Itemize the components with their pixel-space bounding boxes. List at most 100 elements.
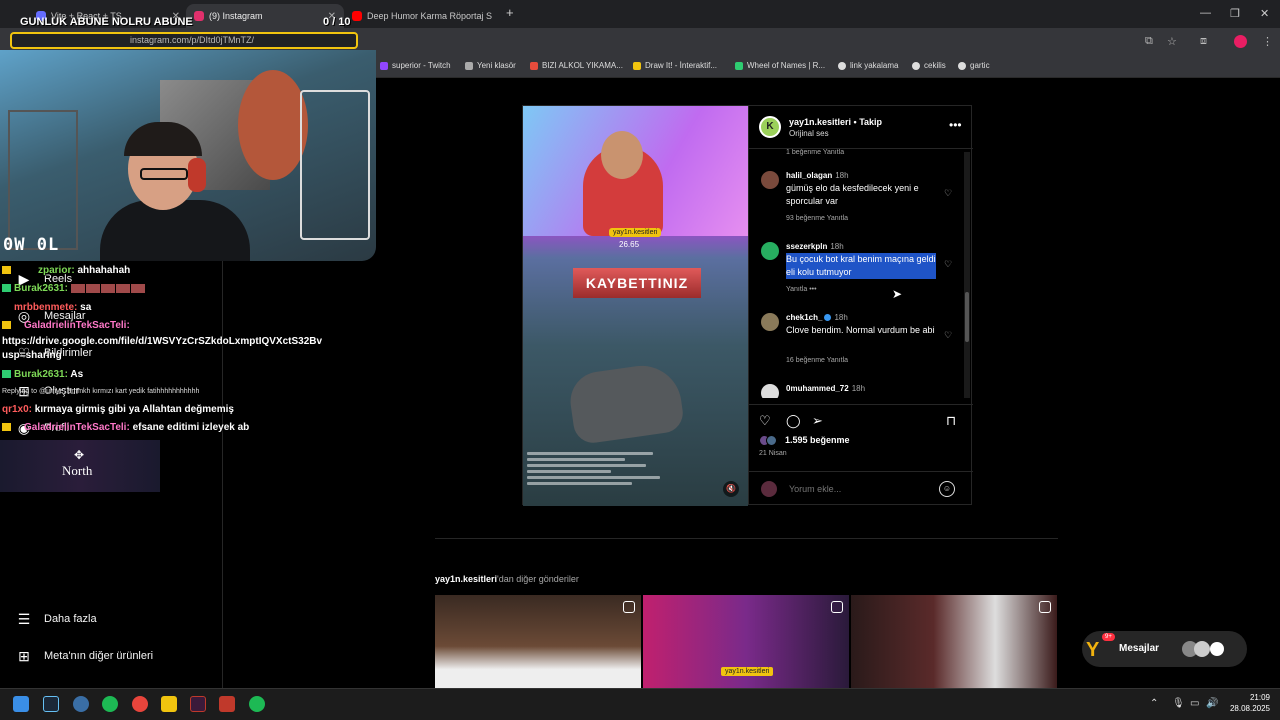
- tab-title: Deep Humor Karma Röportaj S: [367, 11, 493, 21]
- spotify-icon[interactable]: [249, 696, 265, 712]
- heart-icon[interactable]: ♡: [944, 330, 952, 341]
- defeat-banner: KAYBETTINIZ: [573, 268, 701, 298]
- menu-dots-icon[interactable]: ⋮: [1262, 35, 1273, 48]
- liker-avatars[interactable]: [759, 435, 781, 447]
- comments-scrollbar[interactable]: [964, 152, 970, 398]
- comment-meta[interactable]: 16 beğenme Yanıtla: [786, 357, 848, 364]
- current-user-avatar: [761, 481, 777, 497]
- more-post-thumbnail[interactable]: yay1n.kesitleri: [643, 595, 849, 688]
- messages-floating-button[interactable]: Y 9+ Mesajlar: [1082, 631, 1247, 667]
- bookmark-item[interactable]: Wheel of Names | R...: [735, 61, 825, 70]
- commenter-avatar[interactable]: [761, 171, 779, 189]
- more-post-thumbnail[interactable]: [435, 595, 641, 688]
- chat-message: GaladrielinTekSacTeli:: [2, 320, 130, 331]
- comment-meta[interactable]: Yanıtla •••: [786, 286, 817, 293]
- likes-count[interactable]: 1.595 beğenme: [785, 435, 850, 445]
- contact-avatar: [1210, 642, 1224, 656]
- comments-list[interactable]: 1 beğenme Yanıtla halil_olagan 18h gümüş …: [749, 148, 973, 398]
- comment-text: gümüş elo da kesfedilecek yeni e sporcul…: [786, 183, 919, 206]
- mouse-cursor-icon: ➤: [892, 287, 903, 301]
- heart-icon[interactable]: ♡: [944, 188, 952, 199]
- comments-scrollbar-thumb[interactable]: [965, 292, 969, 342]
- globe-icon: [958, 61, 966, 70]
- clock-time: 21:09: [1249, 693, 1270, 702]
- chat-message: mrbbenmete: sa: [14, 302, 92, 313]
- extensions-icon[interactable]: ⧈: [1200, 35, 1207, 48]
- address-bar[interactable]: instagram.com/p/DItd0jTMnTZ/: [10, 32, 358, 49]
- tray-chevron-icon[interactable]: ⌃: [1150, 698, 1158, 709]
- emoji-icon[interactable]: ☺: [939, 481, 955, 497]
- bookmark-item[interactable]: BIZI ALKOL YIKAMA...: [530, 61, 623, 70]
- verified-badge-icon: [824, 314, 832, 322]
- more-post-thumbnail[interactable]: [851, 595, 1057, 688]
- commenter-name[interactable]: halil_olagan 18h: [786, 171, 849, 180]
- close-window-icon[interactable]: ✕: [1260, 7, 1269, 20]
- brand-logo-icon: Y: [1086, 639, 1100, 661]
- commenter-name[interactable]: chek1ch_ 18h: [786, 313, 848, 322]
- commenter-avatar[interactable]: [761, 384, 779, 398]
- commenter-avatar[interactable]: [761, 242, 779, 260]
- app-icon[interactable]: [73, 696, 89, 712]
- volume-icon[interactable]: 🔊: [1206, 698, 1218, 709]
- like-heart-icon[interactable]: ♡: [759, 413, 771, 429]
- bookmark-star-icon[interactable]: ☆: [1167, 35, 1177, 48]
- taskbar-clock[interactable]: 21:09 28.08.2025: [1220, 692, 1270, 714]
- maximize-icon[interactable]: ❐: [1230, 7, 1240, 20]
- tab-instagram[interactable]: (9) Instagram ✕: [186, 4, 344, 28]
- sidebar-item-more[interactable]: ☰ Daha fazla: [16, 611, 97, 627]
- bookmark-item[interactable]: superior - Twitch: [380, 61, 451, 70]
- thumbnail-watermark: yay1n.kesitleri: [721, 667, 774, 676]
- author-avatar[interactable]: K: [759, 116, 781, 138]
- sub-goal-title: GUNLUK ABUNE NOLRU ABUNE: [20, 16, 193, 28]
- bookmark-item[interactable]: Yeni klasör: [465, 61, 516, 70]
- commenter-avatar[interactable]: [761, 313, 779, 331]
- mute-icon[interactable]: 🔇: [723, 481, 739, 497]
- app-icon[interactable]: [190, 696, 206, 712]
- author-username[interactable]: yay1n.kesitleri • Takip: [789, 117, 882, 127]
- steam-icon[interactable]: [43, 696, 59, 712]
- comment-item: halil_olagan 18h gümüş elo da kesfedilece…: [761, 171, 956, 229]
- reel-video[interactable]: yay1n.kesitleri 26.65 KAYBETTINIZ 🔇: [523, 106, 748, 506]
- chat-badge-icon: [2, 284, 11, 293]
- comment-bubble-icon[interactable]: ◯: [786, 413, 801, 429]
- app-icon[interactable]: [219, 696, 235, 712]
- share-paper-plane-icon[interactable]: ➢: [812, 413, 823, 429]
- add-comment-input[interactable]: [789, 484, 906, 494]
- cast-icon[interactable]: ⧉: [1145, 35, 1153, 48]
- new-tab-button[interactable]: +: [506, 5, 514, 20]
- more-options-icon[interactable]: •••: [949, 118, 962, 132]
- profile-avatar[interactable]: [1234, 35, 1247, 48]
- unread-badge: 9+: [1102, 633, 1115, 641]
- save-bookmark-icon[interactable]: ⊓: [946, 413, 956, 429]
- cam-shelf: [8, 110, 78, 250]
- bookmark-item[interactable]: Draw It! - İnteraktif...: [633, 61, 717, 70]
- minimize-icon[interactable]: —: [1200, 7, 1211, 19]
- sidebar-item-meta[interactable]: ⊞ Meta'nın diğer ürünleri: [16, 648, 153, 664]
- comment-item: ssezerkpln 18h Bu çocuk bot kral benim ma…: [761, 242, 956, 300]
- microphone-icon[interactable]: 🎙: [1172, 698, 1185, 709]
- cam-wall-art: [238, 70, 308, 180]
- comment-meta[interactable]: 93 beğenme Yanıtla: [786, 215, 848, 222]
- comment-meta: 1 beğenme Yanıtla: [786, 149, 845, 156]
- sub-goal-count: 0 / 10: [323, 16, 351, 28]
- compass-icon: ✥: [74, 448, 85, 462]
- chat-message: https://drive.google.com/file/d/1WSVYzCr…: [2, 336, 323, 347]
- tab-youtube[interactable]: Deep Humor Karma Röportaj S ✕: [344, 4, 496, 28]
- chat-message: qr1x0: kırmaya girmiş gibi ya Allahtan d…: [2, 404, 234, 415]
- heart-icon[interactable]: ♡: [944, 259, 952, 270]
- network-icon[interactable]: ▭: [1190, 698, 1199, 709]
- windows-start-icon[interactable]: [13, 696, 29, 712]
- reel-icon: [623, 601, 635, 613]
- comment-text: Clove bendim. Normal vurdum be abi: [786, 325, 935, 335]
- emote-row: [70, 283, 146, 294]
- chrome-icon[interactable]: [132, 696, 148, 712]
- bookmark-item[interactable]: gartic: [958, 61, 990, 70]
- chat-badge-icon: [2, 423, 11, 432]
- commenter-name[interactable]: 0muhammed_72 18h: [786, 384, 865, 393]
- file-explorer-icon[interactable]: [161, 696, 177, 712]
- spotify-icon[interactable]: [102, 696, 118, 712]
- bookmark-item[interactable]: cekilis: [912, 61, 946, 70]
- bookmark-item[interactable]: link yakalama: [838, 61, 898, 70]
- commenter-name[interactable]: ssezerkpln 18h: [786, 242, 844, 251]
- audio-label[interactable]: Orijinal ses: [789, 129, 829, 138]
